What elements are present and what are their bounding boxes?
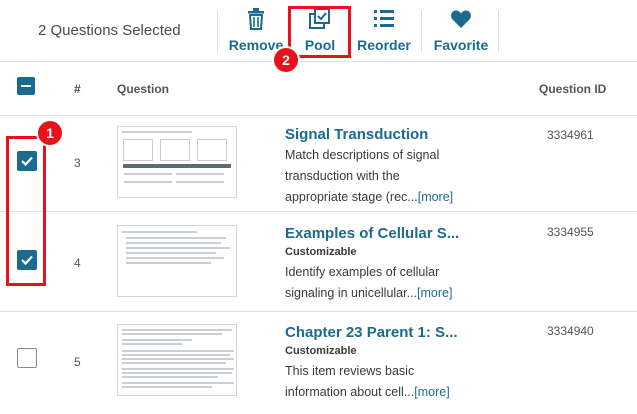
question-thumbnail[interactable] xyxy=(117,324,237,396)
table-row: 5 Chapter 23 Parent 1: S... Customizable… xyxy=(0,312,637,414)
table-row: 3 Signal Transduction Match descriptions… xyxy=(0,116,637,212)
toolbar-divider xyxy=(421,10,422,52)
question-id: 3334955 xyxy=(547,225,594,239)
favorite-label: Favorite xyxy=(433,37,489,53)
question-description: Identify examples of cellular signaling … xyxy=(285,262,460,304)
column-header-question-id: Question ID xyxy=(539,82,607,96)
pool-highlight-box xyxy=(288,6,351,58)
question-title-link[interactable]: Examples of Cellular S... xyxy=(285,225,459,242)
more-link[interactable]: [more] xyxy=(414,385,449,399)
description-text: Match descriptions of signal transductio… xyxy=(285,148,440,204)
trash-icon xyxy=(247,8,265,33)
more-link[interactable]: [more] xyxy=(417,286,452,300)
reorder-label: Reorder xyxy=(357,37,411,53)
toolbar-divider xyxy=(217,10,218,52)
selected-count: 2 Questions Selected xyxy=(38,22,181,39)
question-title-link[interactable]: Signal Transduction xyxy=(285,126,428,143)
question-id: 3334961 xyxy=(547,128,594,142)
question-description: This item reviews basic information abou… xyxy=(285,361,460,403)
column-header-question: Question xyxy=(117,82,170,96)
toolbar-divider xyxy=(498,10,499,52)
question-thumbnail[interactable] xyxy=(117,225,237,297)
customizable-badge: Customizable xyxy=(285,246,357,258)
table-header: # Question Question ID xyxy=(0,62,637,116)
table-row: 4 Examples of Cellular S... Customizable… xyxy=(0,212,637,312)
row-number: 3 xyxy=(74,156,81,170)
remove-label: Remove xyxy=(228,37,284,53)
checkbox-highlight-box xyxy=(6,136,46,286)
select-all-checkbox[interactable] xyxy=(17,77,35,95)
question-description: Match descriptions of signal transductio… xyxy=(285,145,465,208)
description-text: This item reviews basic information abou… xyxy=(285,364,415,399)
column-header-number: # xyxy=(74,82,81,96)
row-checkbox[interactable] xyxy=(17,348,37,368)
reorder-button[interactable]: Reorder xyxy=(356,8,412,56)
customizable-badge: Customizable xyxy=(285,345,357,357)
heart-icon xyxy=(450,8,472,33)
more-link[interactable]: [more] xyxy=(418,190,453,204)
remove-button[interactable]: Remove xyxy=(228,8,284,56)
favorite-button[interactable]: Favorite xyxy=(430,8,492,56)
row-number: 4 xyxy=(74,256,81,270)
list-icon xyxy=(373,8,395,33)
row-number: 5 xyxy=(74,355,81,369)
question-title-link[interactable]: Chapter 23 Parent 1: S... xyxy=(285,324,458,341)
question-id: 3334940 xyxy=(547,324,594,338)
question-thumbnail[interactable] xyxy=(117,126,237,198)
callout-badge-1: 1 xyxy=(38,121,62,145)
